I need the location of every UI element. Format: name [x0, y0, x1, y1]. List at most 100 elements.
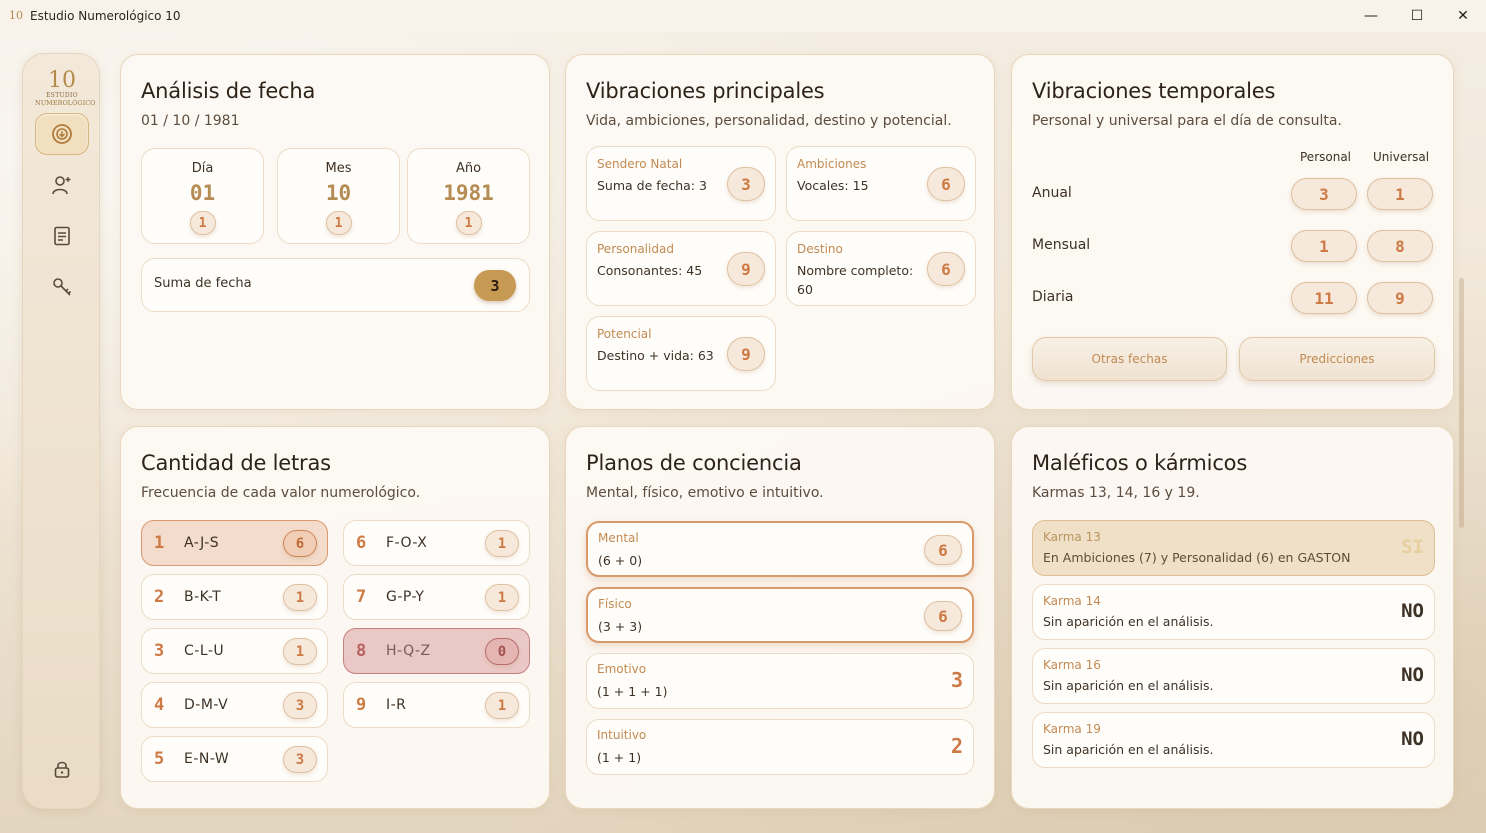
row-label-mensual: Mensual: [1032, 237, 1091, 253]
letter-set: H-Q-Z: [386, 643, 431, 659]
badge-mensual-personal: 1: [1291, 230, 1357, 262]
plane-value: 3: [950, 668, 963, 692]
card-subtitle: Karmas 13, 14, 16 y 19.: [1032, 485, 1200, 501]
card-subtitle: Mental, físico, emotivo e intuitivo.: [586, 485, 824, 501]
card-cantidad-letras: Cantidad de letras Frecuencia de cada va…: [120, 426, 550, 809]
vib-badge: 9: [727, 337, 765, 371]
card-planos-conciencia: Planos de conciencia Mental, físico, emo…: [565, 426, 995, 809]
letter-number: 6: [356, 533, 367, 553]
vib-title: Ambiciones: [797, 157, 867, 171]
vib-title: Potencial: [597, 327, 652, 341]
letter-set: B-K-T: [184, 589, 222, 605]
letter-set: F-O-X: [386, 535, 428, 551]
letter-count: 3: [283, 746, 317, 773]
letter-group-2: 2 B-K-T 1: [141, 574, 328, 620]
scrollbar-thumb[interactable]: [1459, 278, 1464, 528]
letter-group-4: 4 D-M-V 3: [141, 682, 328, 728]
close-button[interactable]: ✕: [1440, 0, 1486, 32]
letter-number: 5: [154, 749, 165, 769]
vib-destino: Destino Nombre completo: 60 6: [786, 231, 976, 306]
plane-title: Emotivo: [597, 662, 647, 676]
karma-title: Karma 13: [1043, 530, 1101, 544]
karma-desc: Sin aparición en el análisis.: [1043, 678, 1214, 693]
letter-count: 1: [485, 692, 519, 719]
plane-emotivo: Emotivo (1 + 1 + 1) 3: [586, 653, 974, 709]
lock-button[interactable]: [35, 748, 89, 790]
window-title: Estudio Numerológico 10: [30, 9, 181, 23]
reduced-badge: 1: [325, 211, 352, 235]
sidebar-item-document[interactable]: [35, 215, 89, 257]
key-icon: [53, 278, 72, 296]
plane-formula: (1 + 1): [597, 750, 642, 765]
plane-value: 2: [950, 734, 963, 758]
card-title: Análisis de fecha: [141, 79, 316, 103]
letter-number: 2: [154, 587, 165, 607]
card-subtitle: Vida, ambiciones, personalidad, destino …: [586, 113, 952, 129]
badge-diaria-personal: 11: [1291, 282, 1357, 314]
karma-desc: En Ambiciones (7) y Personalidad (6) en …: [1043, 550, 1351, 565]
vib-title: Personalidad: [597, 242, 674, 256]
plane-title: Físico: [598, 597, 632, 611]
letter-number: 3: [154, 641, 165, 661]
plane-formula: (6 + 0): [598, 553, 643, 568]
karma-value: SI: [1401, 536, 1424, 558]
badge-anual-universal: 1: [1367, 178, 1433, 210]
date-box-year: Año 1981 1: [407, 148, 530, 244]
sidebar-item-key[interactable]: [35, 266, 89, 308]
sidebar-item-home[interactable]: [35, 113, 89, 155]
karma-title: Karma 19: [1043, 722, 1101, 736]
karma-value: NO: [1401, 664, 1424, 686]
column-header-universal: Universal: [1373, 150, 1430, 164]
logo-sub-text: NUMEROLÓGICO: [35, 99, 96, 107]
letter-set: A-J-S: [184, 535, 220, 551]
letter-count: 3: [283, 692, 317, 719]
sum-label: Suma de fecha: [154, 276, 252, 291]
vib-desc: Suma de fecha: 3: [597, 178, 707, 193]
card-analisis-fecha: Análisis de fecha 01 / 10 / 1981 Día 01 …: [120, 54, 550, 410]
sidebar-item-person[interactable]: [35, 164, 89, 206]
letter-count: 1: [283, 584, 317, 611]
karma-title: Karma 16: [1043, 658, 1101, 672]
minimize-button[interactable]: —: [1348, 0, 1394, 32]
date-box-day: Día 01 1: [141, 148, 264, 244]
karma-value: NO: [1401, 600, 1424, 622]
karma-13: Karma 13 En Ambiciones (7) y Personalida…: [1032, 520, 1435, 576]
letter-number: 4: [154, 695, 165, 715]
letter-number: 1: [154, 533, 165, 553]
otras-fechas-button[interactable]: Otras fechas: [1032, 337, 1227, 381]
vib-desc: Nombre completo: 60: [797, 263, 914, 297]
letter-count: 6: [283, 530, 317, 557]
karma-desc: Sin aparición en el análisis.: [1043, 614, 1214, 629]
card-subtitle: Frecuencia de cada valor numerológico.: [141, 485, 421, 501]
card-vibraciones-principales: Vibraciones principales Vida, ambiciones…: [565, 54, 995, 410]
card-title: Planos de conciencia: [586, 451, 802, 475]
row-label-diaria: Diaria: [1032, 289, 1074, 305]
plane-title: Intuitivo: [597, 728, 647, 742]
logo-small-text: ESTUDIO: [46, 92, 78, 99]
maximize-button[interactable]: ☐: [1394, 0, 1440, 32]
card-maleficos-karmicos: Maléficos o kármicos Karmas 13, 14, 16 y…: [1011, 426, 1454, 809]
karma-title: Karma 14: [1043, 594, 1101, 608]
karma-14: Karma 14 Sin aparición en el análisis. N…: [1032, 584, 1435, 640]
vib-badge: 6: [927, 252, 965, 286]
karma-value: NO: [1401, 728, 1424, 750]
letter-group-1: 1 A-J-S 6: [141, 520, 328, 566]
card-title: Cantidad de letras: [141, 451, 331, 475]
letter-group-9: 9 I-R 1: [343, 682, 530, 728]
predicciones-button[interactable]: Predicciones: [1239, 337, 1435, 381]
plane-formula: (3 + 3): [598, 619, 643, 634]
plane-title: Mental: [598, 531, 639, 545]
vib-desc: Consonantes: 45: [597, 263, 703, 278]
app-icon: 10: [9, 9, 23, 22]
app-logo: 10 ESTUDIO NUMEROLÓGICO: [35, 70, 96, 108]
sum-badge: 3: [474, 270, 516, 301]
karma-16: Karma 16 Sin aparición en el análisis. N…: [1032, 648, 1435, 704]
letter-set: I-R: [386, 697, 407, 713]
plane-intuitivo: Intuitivo (1 + 1) 2: [586, 719, 974, 775]
letter-set: C-L-U: [184, 643, 225, 659]
person-icon: [52, 176, 71, 195]
vib-personalidad: Personalidad Consonantes: 45 9: [586, 231, 776, 306]
letter-group-3: 3 C-L-U 1: [141, 628, 328, 674]
date-box-month: Mes 10 1: [277, 148, 400, 244]
card-title: Maléficos o kármicos: [1032, 451, 1248, 475]
